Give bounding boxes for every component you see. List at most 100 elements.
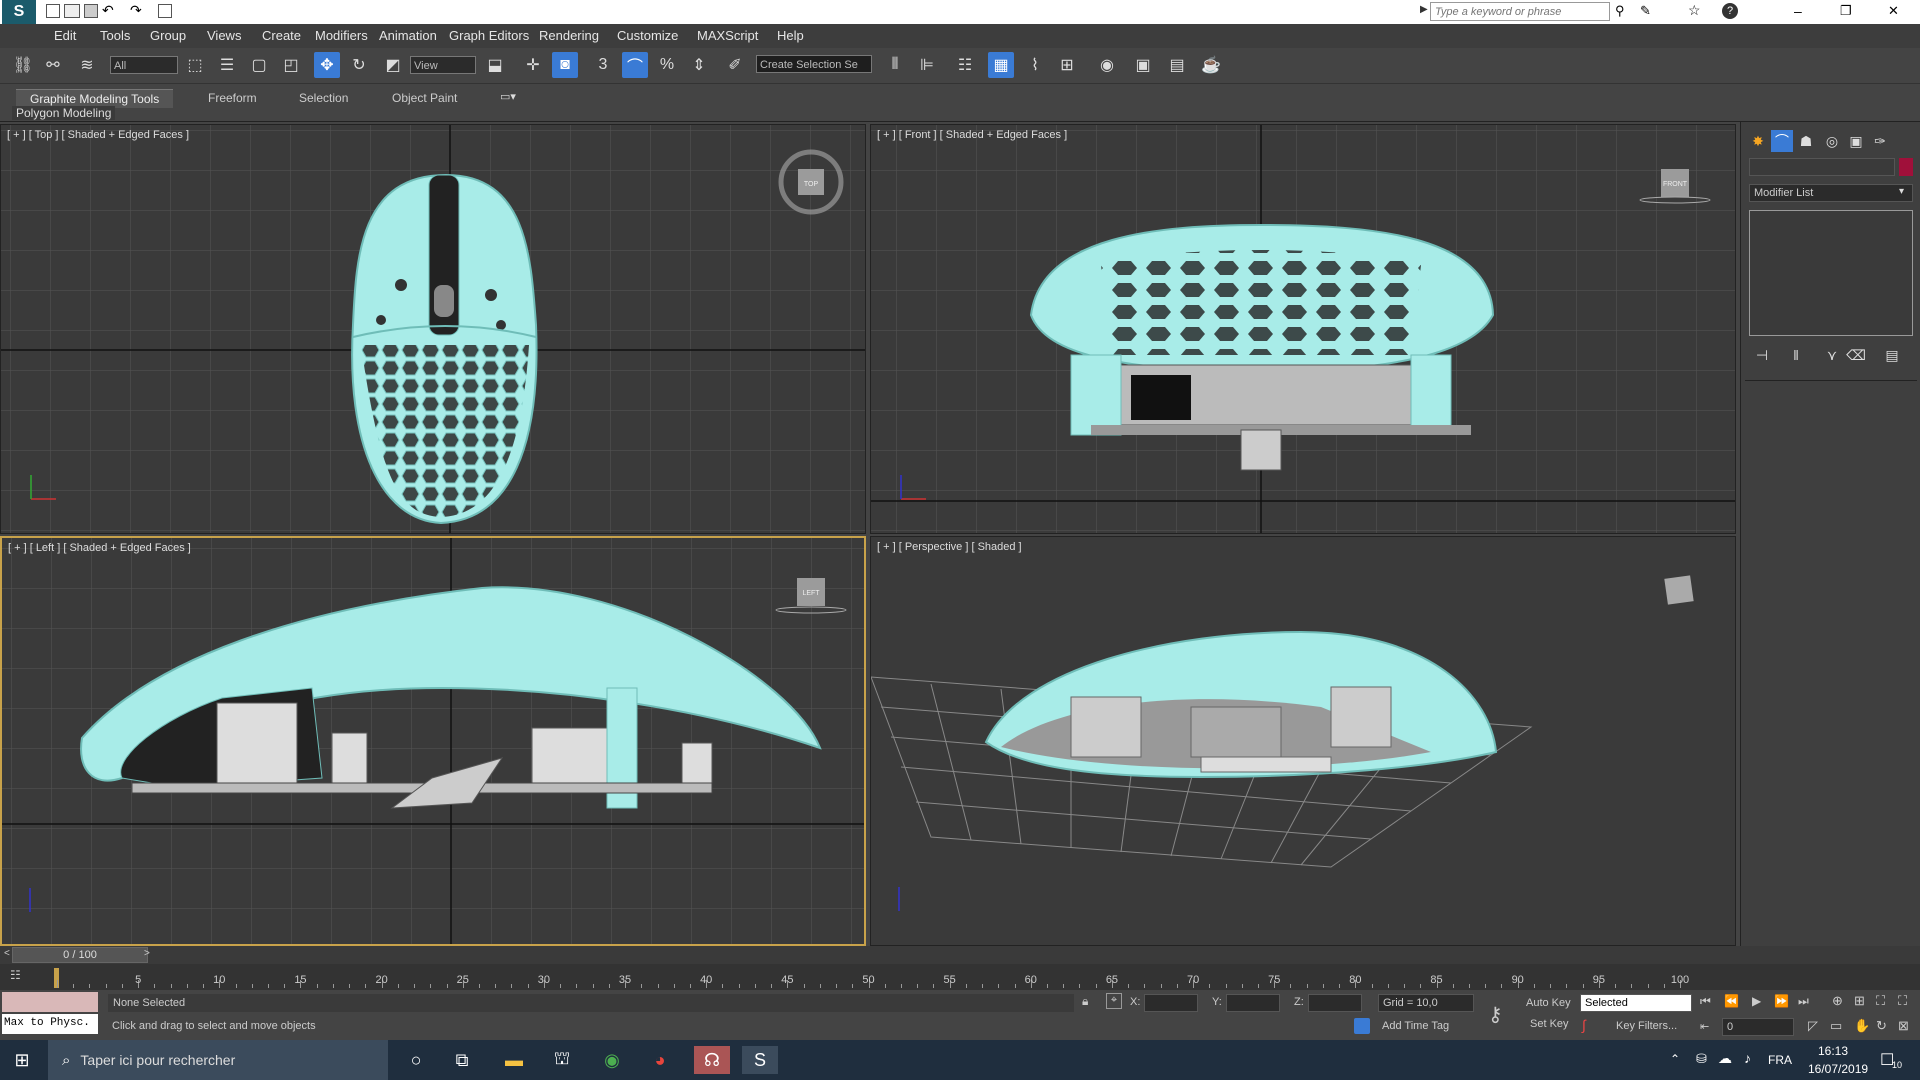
app-logo-icon[interactable]: S [2, 0, 36, 24]
key-mode-toggle-icon[interactable]: ⇤ [1700, 1020, 1709, 1033]
open-file-icon[interactable] [64, 4, 80, 18]
key-mode-dropdown[interactable]: Selected [1580, 994, 1692, 1012]
show-end-result-icon[interactable]: ‖ [1785, 344, 1807, 366]
play-icon[interactable]: ▶ [1752, 994, 1761, 1008]
angle-snap-icon[interactable]: ⌒ [622, 52, 648, 78]
clock-time[interactable]: 16:13 [1818, 1044, 1848, 1058]
taskbar-search-box[interactable]: ⌕ Taper ici pour rechercher [48, 1040, 388, 1080]
key-filters-button[interactable]: Key Filters... [1616, 1020, 1677, 1032]
modifier-stack[interactable] [1749, 210, 1913, 336]
y-coordinate-field[interactable] [1226, 994, 1280, 1012]
menu-help[interactable]: Help [777, 28, 804, 43]
bind-space-warp-icon[interactable]: ≋ [74, 52, 100, 78]
close-button[interactable]: ✕ [1888, 3, 1899, 19]
layer-manager-icon[interactable]: ☷ [952, 52, 978, 78]
previous-frame-icon[interactable]: ⏪ [1724, 994, 1739, 1008]
viewport-label[interactable]: [ + ] [ Front ] [ Shaded + Edged Faces ] [877, 129, 1067, 141]
polygon-modeling-label[interactable]: Polygon Modeling [12, 106, 116, 120]
utilities-tab-icon[interactable]: ✑ [1869, 130, 1891, 152]
cortana-icon[interactable]: ○ [402, 1046, 430, 1074]
tab-object-paint[interactable]: Object Paint [378, 89, 471, 107]
remove-modifier-icon[interactable]: ⌫ [1845, 344, 1867, 366]
help-icon[interactable]: ? [1722, 3, 1738, 19]
schematic-view-icon[interactable]: ⊞ [1054, 52, 1080, 78]
time-slider[interactable]: < 0 / 100 > [0, 946, 1920, 964]
default-in-out-tangent-icon[interactable]: ∫ [1582, 1017, 1600, 1035]
network-icon[interactable]: ⛁ [1696, 1051, 1707, 1067]
object-color-swatch[interactable] [1899, 158, 1913, 176]
prev-frame-arrow-icon[interactable]: < [4, 948, 10, 959]
viewport-front[interactable]: [ + ] [ Front ] [ Shaded + Edged Faces ]… [870, 124, 1736, 534]
menu-edit[interactable]: Edit [54, 28, 76, 43]
new-file-icon[interactable] [46, 4, 60, 18]
menu-tools[interactable]: Tools [100, 28, 130, 43]
menu-rendering[interactable]: Rendering [539, 28, 599, 43]
viewport-label[interactable]: [ + ] [ Perspective ] [ Shaded ] [877, 541, 1022, 553]
percent-snap-icon[interactable]: % [654, 52, 680, 78]
add-time-tag-icon[interactable] [1354, 1018, 1370, 1034]
selection-filter-dropdown[interactable]: All [110, 56, 178, 74]
viewport-label[interactable]: [ + ] [ Top ] [ Shaded + Edged Faces ] [7, 129, 189, 141]
onedrive-icon[interactable]: ☁ [1718, 1050, 1732, 1067]
search-expand-icon[interactable]: ▶ [1420, 4, 1428, 15]
pin-stack-icon[interactable]: ⊣ [1751, 344, 1773, 366]
menu-animation[interactable]: Animation [379, 28, 437, 43]
zoom-extents-icon[interactable]: ⛶ [1876, 993, 1885, 1009]
z-coordinate-field[interactable] [1308, 994, 1362, 1012]
make-unique-icon[interactable]: ⋎ [1821, 344, 1843, 366]
select-by-name-icon[interactable]: ☰ [214, 52, 240, 78]
ribbon-options-icon[interactable]: ▭▾ [500, 90, 516, 103]
add-time-tag-button[interactable]: Add Time Tag [1382, 1020, 1449, 1032]
volume-icon[interactable]: ♪ [1744, 1050, 1751, 1066]
reference-coord-dropdown[interactable]: View [410, 56, 476, 74]
keyboard-shortcut-override-icon[interactable]: ◙ [552, 52, 578, 78]
redo-icon[interactable]: ↷ [130, 2, 142, 19]
maximize-viewport-icon[interactable]: ⊠ [1898, 1018, 1909, 1034]
lock-selection-icon[interactable]: 🔒︎ [1082, 994, 1088, 1009]
language-indicator[interactable]: FRA [1768, 1053, 1792, 1067]
material-editor-icon[interactable]: ◉ [1094, 52, 1120, 78]
current-frame-field[interactable]: 0 [1722, 1018, 1794, 1036]
pivot-center-icon[interactable]: ⬓ [482, 52, 508, 78]
modify-tab-icon[interactable]: ⌒ [1771, 130, 1793, 152]
auto-key-button[interactable]: Auto Key [1526, 994, 1578, 1012]
task-view-icon[interactable]: ⧉ [448, 1046, 476, 1074]
window-crossing-icon[interactable]: ◰ [278, 52, 304, 78]
track-bar[interactable]: ☷ 5 10 15 20 25 30 35 40 45 50 55 60 65 70 75 80 85 90 95 1… [0, 964, 1920, 990]
save-icon[interactable] [84, 4, 98, 18]
render-setup-icon[interactable]: ▣ [1130, 52, 1156, 78]
link-icon[interactable]: ⛓ [10, 52, 36, 78]
rect-selection-icon[interactable]: ▢ [246, 52, 272, 78]
time-slider-thumb[interactable]: 0 / 100 [12, 947, 148, 963]
windows-start-icon[interactable]: ⊞ [8, 1046, 36, 1074]
menu-modifiers[interactable]: Modifiers [315, 28, 368, 43]
move-icon[interactable]: ✥ [314, 52, 340, 78]
binoculars-icon[interactable]: ⚲ [1615, 3, 1625, 19]
favorites-star-icon[interactable]: ☆ [1688, 2, 1701, 19]
menu-views[interactable]: Views [207, 28, 241, 43]
project-folder-icon[interactable] [158, 4, 172, 18]
select-manipulate-icon[interactable]: ✛ [520, 52, 546, 78]
rendered-frame-window-icon[interactable]: ▤ [1164, 52, 1190, 78]
next-frame-icon[interactable]: ⏩ [1774, 994, 1789, 1008]
motion-tab-icon[interactable]: ◎ [1821, 130, 1843, 152]
x-coordinate-field[interactable] [1144, 994, 1198, 1012]
xbox-icon[interactable]: ◉ [598, 1046, 626, 1074]
zoom-region-icon[interactable]: ▭ [1830, 1018, 1842, 1034]
clock-date[interactable]: 16/07/2019 [1808, 1062, 1868, 1076]
zoom-icon[interactable]: ⊕ [1832, 993, 1843, 1009]
tab-selection[interactable]: Selection [285, 89, 362, 107]
field-of-view-icon[interactable]: ◸ [1808, 1018, 1818, 1034]
viewport-perspective[interactable]: [ + ] [ Perspective ] [ Shaded ] [870, 536, 1736, 946]
discord-icon[interactable]: ☊ [694, 1046, 730, 1074]
viewport-left[interactable]: [ + ] [ Left ] [ Shaded + Edged Faces ] … [0, 536, 866, 946]
absolute-mode-icon[interactable]: ⌖ [1106, 993, 1122, 1009]
rotate-icon[interactable]: ↻ [346, 52, 372, 78]
menu-customize[interactable]: Customize [617, 28, 678, 43]
create-tab-icon[interactable]: ✸ [1747, 130, 1769, 152]
curve-editor-icon[interactable]: ⌇ [1022, 52, 1048, 78]
undo-icon[interactable]: ↶ [102, 2, 114, 19]
menu-graph-editors[interactable]: Graph Editors [449, 28, 529, 43]
mirror-icon[interactable]: ⫴ [882, 52, 908, 78]
menu-group[interactable]: Group [150, 28, 186, 43]
